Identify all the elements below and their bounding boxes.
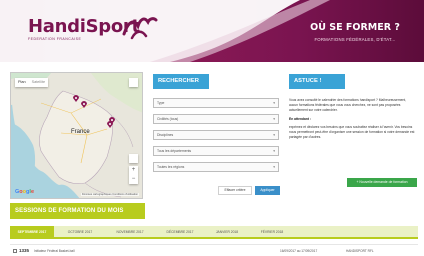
tip-heading: En attendant :	[289, 117, 415, 122]
tip-paragraph: exprimez et déclarez vos besoins que vou…	[289, 124, 415, 140]
month-tabs: SEPTEMBRE 2017 OCTOBRE 2017 NOVEMBRE 201…	[10, 226, 418, 239]
fullscreen-icon[interactable]	[129, 78, 138, 87]
chevron-down-icon: ▾	[273, 101, 275, 105]
site-header: HandiSport FEDERATION FRANCAISE OÙ SE FO…	[0, 0, 424, 62]
map-type-plan[interactable]: Plan	[15, 78, 29, 87]
map-marker-icon[interactable]	[109, 117, 115, 124]
map-type-toggle[interactable]: Plan Satellite	[15, 78, 49, 87]
select-label: Tous les départements	[157, 149, 192, 153]
select-label: Type	[157, 101, 165, 105]
reset-criteria-button[interactable]: Effacer critère	[218, 186, 252, 195]
street-view-icon[interactable]	[129, 154, 138, 163]
tab-month[interactable]: JANVIER 2018	[206, 226, 248, 239]
civility-select[interactable]: Civilités (tous) ▾	[153, 114, 279, 124]
region-select[interactable]: Toutes les régions ▾	[153, 162, 279, 172]
new-training-request-button[interactable]: + Nouvelle demande de formation	[347, 178, 417, 187]
tip-panel-title: ASTUCE !	[289, 74, 345, 89]
session-dates: 16/09/2017 au 17/09/2017	[280, 249, 318, 253]
map-marker-icon[interactable]	[73, 95, 79, 102]
sessions-title: SESSIONS DE FORMATION DU MOIS	[10, 203, 145, 219]
select-label: Disciplines	[157, 133, 174, 137]
session-organizer: HANDISPORT RFL	[346, 249, 374, 253]
session-name[interactable]: Initiateur Fédéral Basket-ball	[34, 249, 75, 253]
map-canvas[interactable]	[11, 73, 143, 199]
zoom-out-icon[interactable]: −	[129, 175, 138, 184]
expand-icon[interactable]	[13, 249, 17, 253]
select-label: Civilités (tous)	[157, 117, 179, 121]
zoom-control[interactable]: + −	[129, 166, 138, 184]
zoom-in-icon[interactable]: +	[129, 166, 138, 175]
select-label: Toutes les régions	[157, 165, 185, 169]
type-select[interactable]: Type ▾	[153, 98, 279, 108]
chevron-down-icon: ▾	[273, 149, 275, 153]
tab-month[interactable]: SEPTEMBRE 2017	[10, 226, 54, 239]
tab-month[interactable]: NOVEMBRE 2017	[106, 226, 154, 239]
session-number: 1335	[19, 248, 30, 253]
map-attribution[interactable]: Données cartographiques Conditions d'uti…	[80, 193, 139, 196]
chevron-down-icon: ▾	[273, 117, 275, 121]
tip-paragraph: Vous avez consulté le calendrier des for…	[289, 98, 407, 113]
tip-text: Vous avez consulté le calendrier des for…	[289, 98, 415, 143]
map-marker-icon[interactable]	[81, 101, 87, 108]
handisport-mark-icon	[122, 17, 158, 40]
tab-month[interactable]: DÉCEMBRE 2017	[156, 226, 204, 239]
logo-subtext: FEDERATION FRANCAISE	[28, 37, 82, 41]
discipline-select[interactable]: Disciplines ▾	[153, 130, 279, 140]
tab-month[interactable]: OCTOBRE 2017	[58, 226, 102, 239]
map-type-satellite[interactable]: Satellite	[29, 78, 49, 87]
handisport-logo[interactable]: HandiSport FEDERATION FRANCAISE	[28, 16, 158, 46]
session-row[interactable]: 1335 Initiateur Fédéral Basket-ball 16/0…	[10, 244, 418, 256]
chevron-down-icon: ▾	[273, 133, 275, 137]
search-panel-title: RECHERCHER	[153, 74, 209, 89]
department-select[interactable]: Tous les départements ▾	[153, 146, 279, 156]
chevron-down-icon: ▾	[273, 165, 275, 169]
map-widget[interactable]: Plan Satellite + − France Google Données…	[10, 72, 143, 199]
map-country-label: France	[71, 129, 90, 135]
page-subtitle: FORMATIONS FÉDÉRALES, D'ÉTAT...	[314, 37, 396, 42]
tab-month[interactable]: FÉVRIER 2018	[250, 226, 294, 239]
tip-heading-text: En attendant :	[289, 116, 311, 121]
apply-button[interactable]: Appliquer	[255, 186, 280, 195]
google-logo: Google	[15, 189, 34, 195]
page-title: OÙ SE FORMER ?	[310, 22, 400, 33]
